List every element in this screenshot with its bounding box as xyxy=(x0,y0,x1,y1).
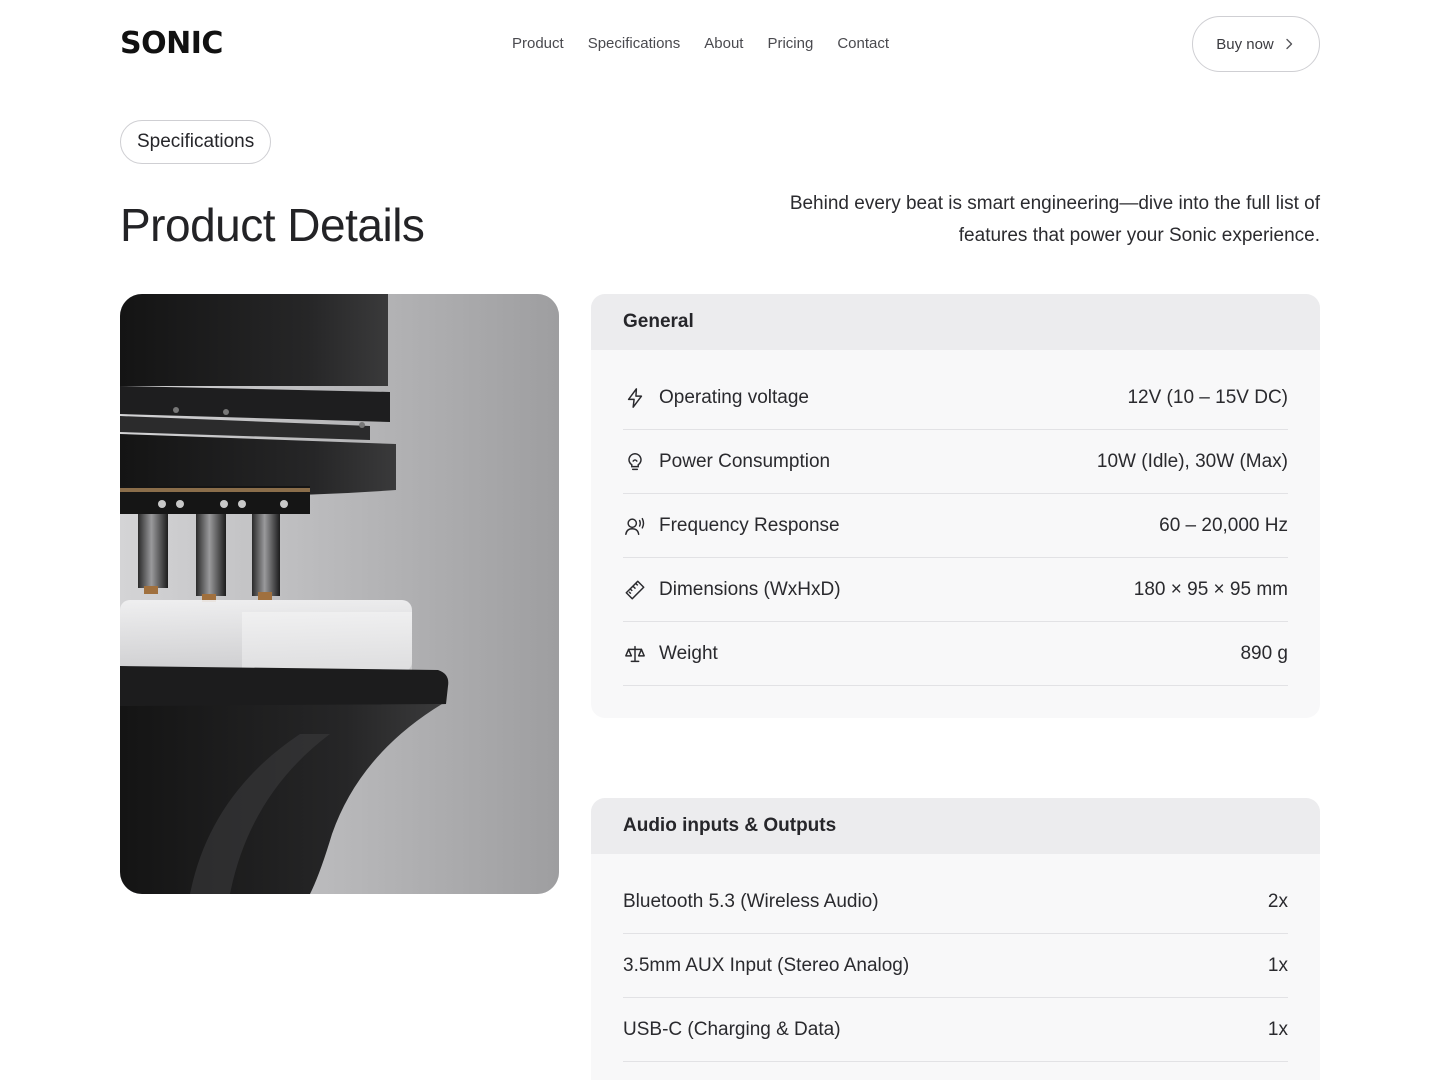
spec-value: 180 × 95 × 95 mm xyxy=(1133,578,1288,600)
spec-row-power-consumption: Power Consumption 10W (Idle), 30W (Max) xyxy=(623,430,1288,494)
spec-label: Power Consumption xyxy=(659,450,831,472)
spec-label: Weight xyxy=(659,642,718,664)
buy-now-button[interactable]: Buy now xyxy=(1192,16,1320,72)
io-row-aux: 3.5mm AUX Input (Stereo Analog) 1x xyxy=(623,934,1288,998)
product-image xyxy=(120,294,559,894)
site-header: SONIC Product Specifications About Prici… xyxy=(0,0,1440,88)
nav-link-pricing[interactable]: Pricing xyxy=(767,34,813,54)
io-label: USB-C (Charging & Data) xyxy=(623,1018,841,1040)
spec-value: 890 g xyxy=(1240,642,1288,664)
general-specs-card: General Operating voltage 12V (10 – 15V … xyxy=(591,294,1320,718)
io-label: Bluetooth 5.3 (Wireless Audio) xyxy=(623,890,879,912)
lightbulb-icon xyxy=(623,450,647,474)
io-count: 1x xyxy=(1267,954,1288,976)
audio-io-card: Audio inputs & Outputs Bluetooth 5.3 (Wi… xyxy=(591,798,1320,1080)
buy-now-label: Buy now xyxy=(1216,35,1274,53)
scale-icon xyxy=(623,642,647,666)
section-description: Behind every beat is smart engineering—d… xyxy=(789,193,1320,246)
spec-row-frequency-response: Frequency Response 60 – 20,000 Hz xyxy=(623,494,1288,558)
spec-row-operating-voltage: Operating voltage 12V (10 – 15V DC) xyxy=(623,366,1288,430)
main-nav: Product Specifications About Pricing Con… xyxy=(512,34,889,54)
general-card-title: General xyxy=(591,294,1320,350)
chevron-right-icon xyxy=(1286,38,1292,50)
spec-row-dimensions: Dimensions (WxHxD) 180 × 95 × 95 mm xyxy=(623,558,1288,622)
spec-label: Frequency Response xyxy=(659,514,840,536)
spec-label: Operating voltage xyxy=(659,386,809,408)
spec-value: 10W (Idle), 30W (Max) xyxy=(1096,450,1288,472)
nav-link-product[interactable]: Product xyxy=(512,34,564,54)
section-pill: Specifications xyxy=(120,120,272,164)
page-title: Product Details xyxy=(120,199,425,251)
io-row-usb-c: USB-C (Charging & Data) 1x xyxy=(623,998,1288,1062)
spec-row-weight: Weight 890 g xyxy=(623,622,1288,686)
io-label: 3.5mm AUX Input (Stereo Analog) xyxy=(623,954,910,976)
spec-value: 60 – 20,000 Hz xyxy=(1159,514,1288,536)
spec-value: 12V (10 – 15V DC) xyxy=(1127,386,1288,408)
listening-icon xyxy=(623,514,647,538)
io-count: 2x xyxy=(1267,890,1288,912)
nav-link-about[interactable]: About xyxy=(704,34,743,54)
audio-card-title: Audio inputs & Outputs xyxy=(591,798,1320,854)
lightning-icon xyxy=(623,386,647,410)
nav-link-specifications[interactable]: Specifications xyxy=(588,34,681,54)
io-count: 1x xyxy=(1267,1018,1288,1040)
brand-logo[interactable]: SONIC xyxy=(120,26,223,62)
spec-label: Dimensions (WxHxD) xyxy=(659,578,841,600)
io-row-bluetooth: Bluetooth 5.3 (Wireless Audio) 2x xyxy=(623,870,1288,934)
nav-link-contact[interactable]: Contact xyxy=(837,34,889,54)
ruler-icon xyxy=(623,578,647,602)
